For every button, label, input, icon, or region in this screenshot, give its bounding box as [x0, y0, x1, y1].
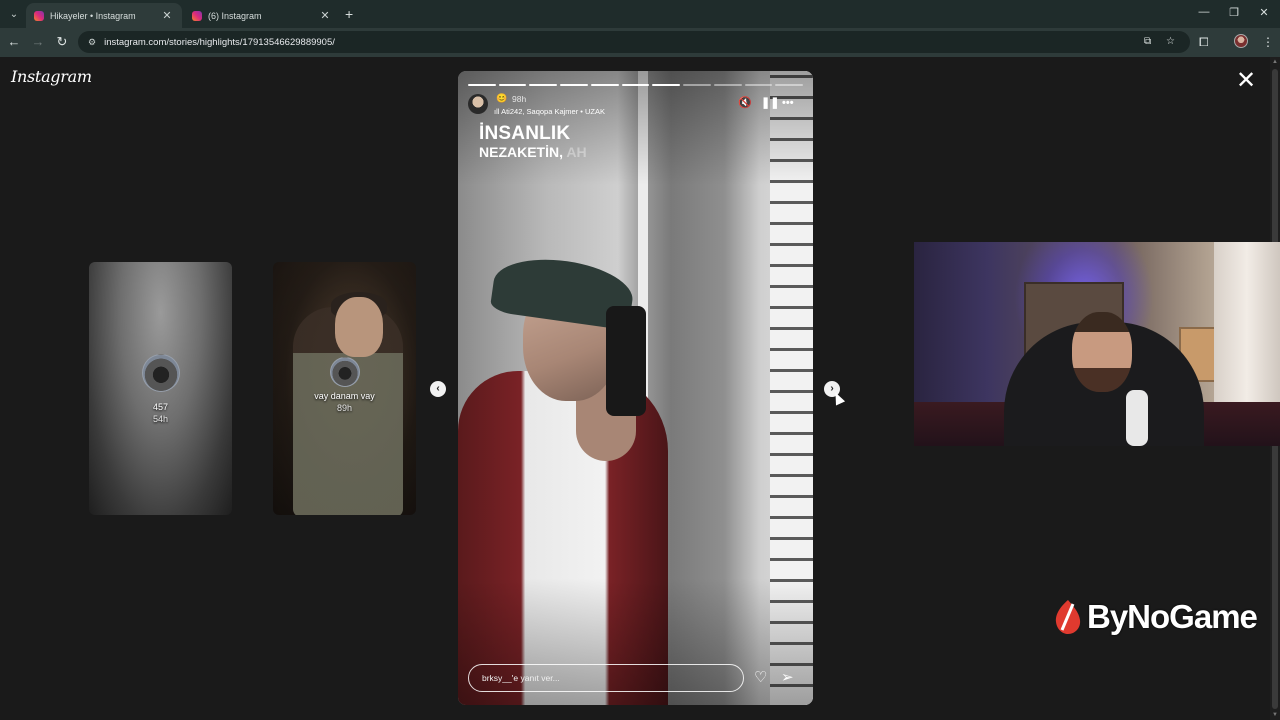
preview-time: 54h: [152, 413, 169, 424]
music-bars-icon: ıll: [494, 107, 500, 116]
caption-main: NEZAKETİN,: [479, 144, 563, 160]
instagram-favicon-icon: [192, 10, 202, 21]
webcam-overlay: [914, 242, 1280, 446]
progress-segment: [744, 84, 773, 86]
webcam-streamer-face: [1072, 312, 1132, 392]
url-text: instagram.com/stories/highlights/1791354…: [104, 36, 335, 48]
progress-segment: [560, 84, 588, 86]
tab-close-icon[interactable]: ✕: [318, 9, 332, 22]
like-heart-icon[interactable]: ♡: [754, 668, 767, 688]
scroll-up-icon[interactable]: ▲: [1270, 59, 1280, 65]
progress-segment: [498, 84, 527, 86]
story-header: 😊 98h ıll Ati242, Saqopa Kajmer • UZAK 🔇…: [468, 93, 803, 117]
browser-toolbar: ← → ↻ ⚙ instagram.com/stories/highlights…: [0, 28, 1280, 57]
bynogame-watermark: ByNoGame: [1053, 598, 1258, 636]
preview-time: 89h: [336, 402, 353, 413]
reply-input[interactable]: brksy__'e yanıt ver...: [468, 664, 744, 692]
site-info-icon[interactable]: ⚙: [88, 37, 96, 48]
brand-name: ByNoGame: [1087, 598, 1258, 635]
progress-segment: [590, 84, 619, 86]
share-send-icon[interactable]: ➢: [781, 668, 794, 688]
more-options-icon[interactable]: •••: [782, 95, 794, 111]
extensions-icon[interactable]: ⧠: [1199, 33, 1209, 51]
mute-icon[interactable]: 🔇: [738, 95, 752, 111]
preview-avatar: [329, 356, 360, 387]
back-icon[interactable]: ←: [4, 33, 24, 51]
highlight-emoji-icon: 😊: [496, 93, 508, 103]
story-author-avatar[interactable]: [468, 94, 488, 114]
minimize-icon[interactable]: —: [1194, 6, 1214, 18]
instagram-favicon-icon: [34, 10, 44, 21]
progress-segment: [529, 84, 558, 86]
progress-segment: [775, 84, 804, 86]
preview-username: vay danam vay: [314, 390, 375, 401]
tab-hikayeler[interactable]: Hikayeler • Instagram ✕: [26, 3, 182, 28]
story-viewer[interactable]: 😊 98h ıll Ati242, Saqopa Kajmer • UZAK 🔇…: [458, 71, 813, 705]
progress-segment: [621, 84, 650, 86]
story-preview-highlight[interactable]: vay danam vay 89h: [273, 262, 416, 515]
pause-icon[interactable]: ❚❚: [761, 95, 779, 111]
previous-story-button[interactable]: ‹: [430, 381, 446, 397]
preview-photo-face: [335, 297, 383, 357]
bookmark-star-icon[interactable]: ☆: [1166, 31, 1175, 53]
music-title: Ati242, Saqopa Kajmer • UZAK: [501, 107, 606, 116]
instagram-logo[interactable]: Instagram: [11, 67, 92, 86]
browser-tabstrip: ⌄ Hikayeler • Instagram ✕ (6) Instagram …: [0, 0, 1280, 28]
story-time: 98h: [512, 94, 527, 104]
bynogame-logo-icon: [1055, 600, 1081, 634]
story-shade: [458, 71, 813, 705]
tab-search-icon[interactable]: ⌄: [4, 4, 24, 24]
story-caption-line1: İNSANLIK: [479, 123, 571, 144]
install-app-icon[interactable]: ⧉: [1144, 31, 1151, 53]
restore-icon[interactable]: ❐: [1224, 6, 1244, 19]
address-bar[interactable]: ⚙ instagram.com/stories/highlights/17913…: [78, 31, 1190, 53]
new-tab-button[interactable]: +: [345, 6, 353, 22]
tab-instagram[interactable]: (6) Instagram ✕: [184, 3, 340, 28]
caption-faded: AH: [566, 144, 587, 160]
story-music-label[interactable]: ıll Ati242, Saqopa Kajmer • UZAK: [494, 107, 605, 116]
preview-avatar: [141, 353, 180, 392]
reload-icon[interactable]: ↻: [52, 33, 72, 51]
menu-kebab-icon[interactable]: ⋮: [1262, 33, 1274, 51]
tab-title: Hikayeler • Instagram: [50, 10, 136, 21]
profile-avatar[interactable]: [1234, 34, 1248, 48]
forward-icon[interactable]: →: [28, 33, 48, 51]
tab-close-icon[interactable]: ✕: [160, 9, 174, 22]
progress-segment: [468, 84, 496, 86]
story-progress-bar: [468, 84, 804, 86]
tab-title: (6) Instagram: [208, 10, 262, 21]
progress-segment: [652, 84, 681, 86]
progress-segment: [713, 84, 742, 86]
scroll-down-icon[interactable]: ▼: [1270, 712, 1280, 718]
preview-username: 457: [152, 401, 169, 412]
close-story-icon[interactable]: ✕: [1234, 69, 1258, 93]
progress-segment: [683, 84, 711, 86]
story-caption-line2: NEZAKETİN, AH: [479, 144, 587, 160]
close-window-icon[interactable]: ✕: [1254, 6, 1274, 19]
webcam-microphone: [1126, 390, 1148, 446]
story-preview-previous[interactable]: 457 54h: [89, 262, 232, 515]
